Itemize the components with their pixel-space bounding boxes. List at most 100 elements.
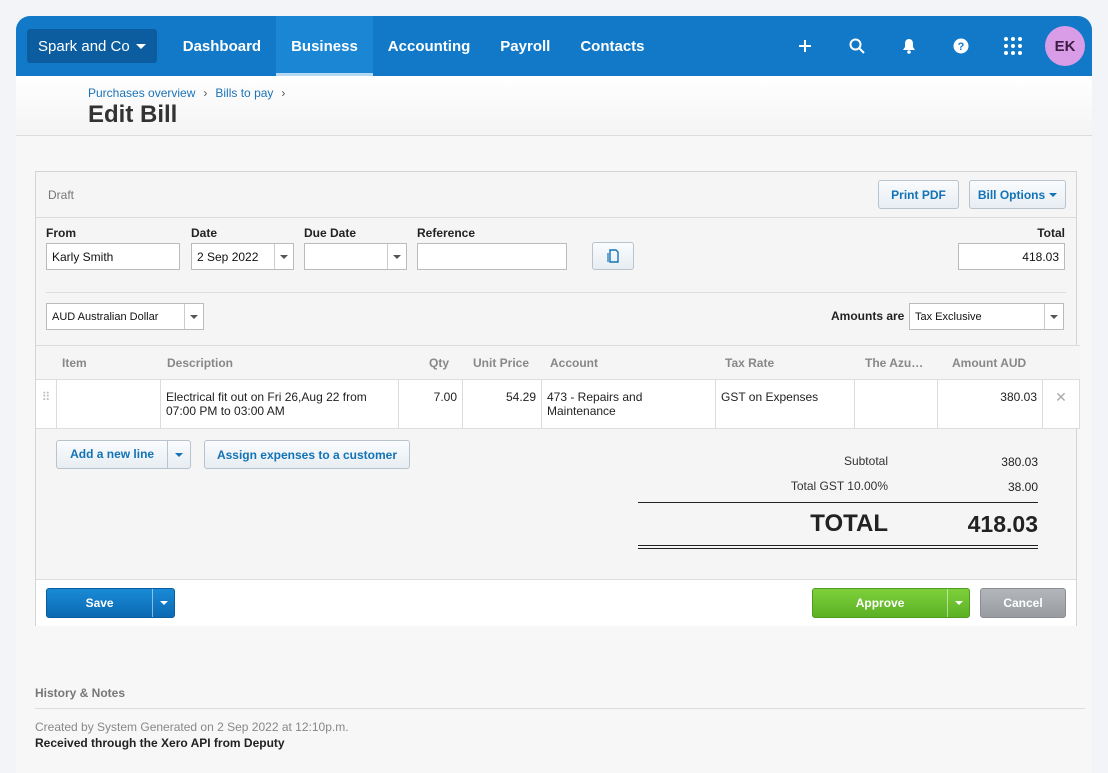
chevron-down-icon[interactable] — [947, 589, 969, 617]
table-row: ⠿ Electrical fit out on Fri 26,Aug 22 fr… — [36, 380, 1080, 429]
grand-total-label: TOTAL — [810, 510, 888, 537]
due-date-label: Due Date — [304, 226, 357, 240]
breadcrumb-bills-to-pay[interactable]: Bills to pay — [215, 86, 273, 100]
delete-row-icon[interactable]: ✕ — [1043, 380, 1080, 428]
document-icon — [607, 249, 619, 263]
copy-reference-button[interactable] — [592, 242, 634, 270]
cell-tax-rate[interactable]: GST on Expenses — [716, 380, 855, 428]
page-title: Edit Bill — [88, 101, 178, 128]
total-field[interactable]: 418.03 — [958, 243, 1065, 270]
column-header-item: Item — [62, 356, 87, 370]
bill-action-bar: Save Approve Cancel — [36, 579, 1076, 626]
approve-label: Approve — [855, 596, 905, 610]
add-new-line-button[interactable]: Add a new line — [56, 440, 191, 469]
status-badge: Draft — [48, 188, 75, 202]
subtotal-value: 380.03 — [1001, 455, 1038, 469]
date-value: 2 Sep 2022 — [197, 249, 259, 264]
save-button[interactable]: Save — [46, 588, 175, 618]
gst-value: 38.00 — [1007, 480, 1038, 494]
nav-icon-group: ? EK — [779, 16, 1092, 76]
org-switcher[interactable]: Spark and Co — [27, 29, 157, 63]
search-icon[interactable] — [831, 16, 883, 76]
reference-field[interactable] — [417, 243, 567, 270]
breadcrumb-separator: › — [281, 86, 286, 100]
breadcrumb-purchases-overview[interactable]: Purchases overview — [88, 86, 195, 100]
divider — [46, 292, 1066, 293]
grand-total-value: 418.03 — [967, 511, 1038, 537]
apps-grid-icon[interactable] — [987, 16, 1039, 76]
chevron-down-icon[interactable] — [168, 452, 190, 457]
breadcrumb-separator: › — [203, 86, 208, 100]
currency-select[interactable]: AUD Australian Dollar — [46, 303, 204, 330]
nav-accounting[interactable]: Accounting — [373, 16, 486, 76]
cancel-button[interactable]: Cancel — [980, 588, 1066, 618]
currency-value: AUD Australian Dollar — [52, 310, 159, 323]
chevron-down-icon[interactable] — [184, 304, 203, 329]
amounts-are-value: Tax Exclusive — [915, 310, 982, 323]
chevron-down-icon — [135, 43, 146, 49]
gst-label: Total GST 10.00% — [790, 479, 888, 493]
bill-panel: Draft Print PDF Bill Options From Date D… — [35, 171, 1080, 626]
cell-description[interactable]: Electrical fit out on Fri 26,Aug 22 from… — [161, 380, 399, 428]
column-header-qty: Qty — [429, 356, 450, 370]
main-nav: Dashboard Business Accounting Payroll Co… — [168, 16, 660, 76]
history-title: History & Notes — [35, 686, 126, 700]
due-date-field[interactable] — [304, 243, 407, 270]
page-header: Purchases overview › Bills to pay › Edit… — [16, 76, 1092, 136]
avatar[interactable]: EK — [1045, 26, 1085, 66]
chevron-down-icon[interactable] — [274, 244, 293, 269]
cell-unit-price[interactable]: 54.29 — [463, 380, 542, 428]
amounts-are-label: Amounts are — [831, 309, 905, 323]
column-header-tax-rate: Tax Rate — [725, 356, 775, 370]
save-label: Save — [85, 596, 114, 610]
org-name: Spark and Co — [38, 37, 130, 55]
totals-double-rule — [638, 548, 1038, 549]
history-entry-created: Created by System Generated on 2 Sep 202… — [35, 720, 349, 734]
chevron-down-icon[interactable] — [152, 589, 174, 617]
reference-label: Reference — [417, 226, 476, 240]
column-header-unit-price: Unit Price — [473, 356, 530, 370]
nav-business[interactable]: Business — [276, 16, 373, 76]
bell-icon[interactable] — [883, 16, 935, 76]
drag-handle-icon[interactable]: ⠿ — [36, 380, 57, 428]
nav-payroll[interactable]: Payroll — [485, 16, 565, 76]
cell-tracking[interactable] — [855, 380, 938, 428]
add-new-line-label: Add a new line — [57, 441, 169, 468]
chevron-down-icon[interactable] — [1044, 304, 1063, 329]
column-header-description: Description — [167, 356, 234, 370]
top-navigation: Spark and Co Dashboard Business Accounti… — [16, 16, 1092, 76]
bill-options-label: Bill Options — [977, 187, 1046, 202]
print-pdf-button[interactable]: Print PDF — [878, 180, 959, 209]
totals-divider — [638, 502, 1038, 503]
cell-account[interactable]: 473 - Repairs and Maintenance — [542, 380, 716, 428]
chevron-down-icon — [1049, 192, 1058, 197]
cell-item[interactable] — [57, 380, 161, 428]
bill-options-button[interactable]: Bill Options — [969, 180, 1066, 209]
history-entry-source: Received through the Xero API from Deput… — [35, 736, 285, 750]
cell-amount[interactable]: 380.03 — [938, 380, 1043, 428]
date-field[interactable]: 2 Sep 2022 — [191, 243, 294, 270]
nav-dashboard[interactable]: Dashboard — [168, 16, 276, 76]
column-header-amount: Amount AUD — [952, 356, 1027, 370]
help-icon[interactable]: ? — [935, 16, 987, 76]
date-label: Date — [191, 226, 218, 240]
nav-contacts[interactable]: Contacts — [565, 16, 659, 76]
approve-button[interactable]: Approve — [812, 588, 970, 618]
breadcrumb: Purchases overview › Bills to pay › — [88, 86, 285, 100]
cell-qty[interactable]: 7.00 — [399, 380, 463, 428]
divider — [36, 217, 1076, 218]
amounts-are-select[interactable]: Tax Exclusive — [909, 303, 1064, 330]
assign-expenses-button[interactable]: Assign expenses to a customer — [204, 440, 410, 469]
from-label: From — [46, 226, 76, 240]
line-items-header: Item Description Qty Unit Price Account … — [36, 345, 1080, 380]
subtotal-label: Subtotal — [843, 454, 888, 468]
plus-icon[interactable] — [779, 16, 831, 76]
from-field[interactable]: Karly Smith — [46, 243, 180, 270]
totals-double-rule — [638, 545, 1038, 546]
svg-text:?: ? — [958, 41, 965, 53]
total-label: Total — [1037, 226, 1065, 240]
chevron-down-icon[interactable] — [387, 244, 406, 269]
column-header-account: Account — [550, 356, 598, 370]
column-header-tracking: The Azu… — [865, 356, 924, 370]
app-window: Spark and Co Dashboard Business Accounti… — [16, 16, 1092, 773]
